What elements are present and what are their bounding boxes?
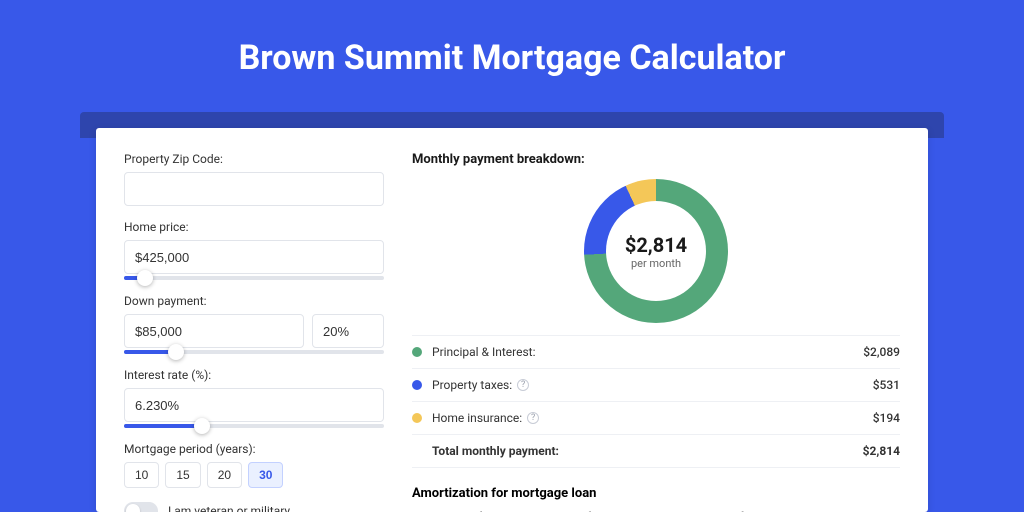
slider-thumb-icon[interactable] <box>168 344 184 360</box>
donut-sub-label: per month <box>631 257 681 270</box>
inputs-column: Property Zip Code: Home price: Down paym… <box>124 152 384 488</box>
donut-chart: $2,814 per month <box>584 179 728 323</box>
legend-row-tax: Property taxes: ? $531 <box>412 369 900 402</box>
info-icon[interactable]: ? <box>527 412 539 424</box>
amortization-section: Amortization for mortgage loan Amortizat… <box>412 486 900 512</box>
down-payment-field: Down payment: <box>124 294 384 354</box>
period-30-button[interactable]: 30 <box>248 462 283 488</box>
interest-rate-field: Interest rate (%): <box>124 368 384 428</box>
home-price-label: Home price: <box>124 220 384 234</box>
info-icon[interactable]: ? <box>517 379 529 391</box>
zip-field: Property Zip Code: <box>124 152 384 206</box>
slider-thumb-icon[interactable] <box>194 418 210 434</box>
period-15-button[interactable]: 15 <box>165 462 200 488</box>
legend-value-tax: $531 <box>873 378 900 392</box>
legend-value-ins: $194 <box>873 411 900 425</box>
period-10-button[interactable]: 10 <box>124 462 159 488</box>
zip-label: Property Zip Code: <box>124 152 384 166</box>
legend-label-total: Total monthly payment: <box>432 444 559 458</box>
legend-row-total: Total monthly payment: $2,814 <box>412 435 900 468</box>
legend-label-ins: Home insurance: <box>432 411 522 425</box>
calculator-card: Property Zip Code: Home price: Down paym… <box>96 128 928 512</box>
down-payment-label: Down payment: <box>124 294 384 308</box>
page-title: Brown Summit Mortgage Calculator <box>0 38 1024 78</box>
legend-value-pi: $2,089 <box>863 345 900 359</box>
down-payment-amount-input[interactable] <box>124 314 304 348</box>
period-20-button[interactable]: 20 <box>207 462 242 488</box>
veteran-toggle[interactable] <box>124 502 158 512</box>
home-price-input[interactable] <box>124 240 384 274</box>
legend-row-pi: Principal & Interest: $2,089 <box>412 336 900 369</box>
donut-center: $2,814 per month <box>606 201 706 301</box>
mortgage-period-label: Mortgage period (years): <box>124 442 384 456</box>
dot-icon <box>412 413 422 423</box>
down-payment-percent-input[interactable] <box>312 314 384 348</box>
interest-rate-label: Interest rate (%): <box>124 368 384 382</box>
donut-chart-wrap: $2,814 per month <box>412 179 900 323</box>
down-payment-slider[interactable] <box>124 350 384 354</box>
mortgage-period-field: Mortgage period (years): 10 15 20 30 <box>124 442 384 488</box>
slider-thumb-icon[interactable] <box>137 270 153 286</box>
dot-icon <box>412 347 422 357</box>
home-price-field: Home price: <box>124 220 384 280</box>
results-column: Monthly payment breakdown: $2,814 per mo… <box>412 152 900 488</box>
interest-rate-input[interactable] <box>124 388 384 422</box>
legend-label-tax: Property taxes: <box>432 378 512 392</box>
veteran-row: I am veteran or military <box>124 502 384 512</box>
legend-value-total: $2,814 <box>863 444 900 458</box>
donut-total-value: $2,814 <box>625 233 687 257</box>
amortization-heading: Amortization for mortgage loan <box>412 486 900 501</box>
dot-icon <box>412 380 422 390</box>
interest-rate-slider[interactable] <box>124 424 384 428</box>
breakdown-heading: Monthly payment breakdown: <box>412 152 900 167</box>
legend-list: Principal & Interest: $2,089 Property ta… <box>412 335 900 468</box>
home-price-slider[interactable] <box>124 276 384 280</box>
legend-label-pi: Principal & Interest: <box>432 345 536 359</box>
legend-row-ins: Home insurance: ? $194 <box>412 402 900 435</box>
zip-input[interactable] <box>124 172 384 206</box>
veteran-label: I am veteran or military <box>168 504 290 512</box>
